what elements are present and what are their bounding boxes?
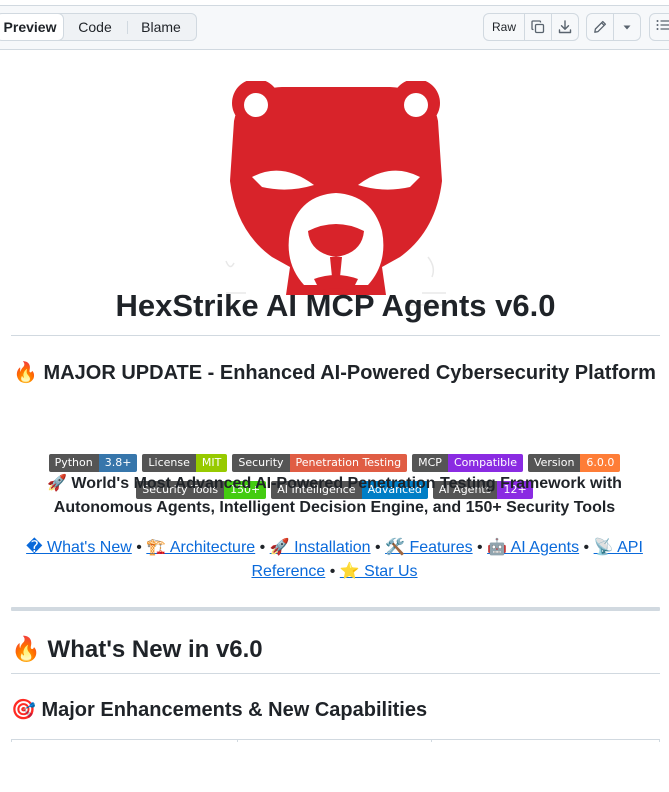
list-icon <box>655 17 669 38</box>
copy-icon <box>530 19 546 35</box>
badge-value: 3.8+ <box>98 454 138 472</box>
badge-security[interactable]: Security Penetration Testing <box>232 454 408 472</box>
nav-link-whats-new[interactable]: � What's New <box>26 539 132 556</box>
edit-options-dropdown[interactable] <box>614 14 640 40</box>
badge-value: 6.0.0 <box>580 454 621 472</box>
nav-separator: • <box>375 539 381 556</box>
major-update-heading: 🔥 MAJOR UPDATE - Enhanced AI-Powered Cyb… <box>13 362 656 384</box>
table-column-border <box>659 739 660 742</box>
code-tab[interactable]: Code <box>65 14 125 40</box>
badge-license[interactable]: License MIT <box>142 454 228 472</box>
copy-raw-button[interactable] <box>525 14 552 40</box>
badge-label: Python <box>48 454 99 472</box>
table-column-border <box>237 739 238 742</box>
nav-link-ai-agents[interactable]: 🤖 AI Agents <box>487 539 579 556</box>
badge-value: Compatible <box>447 454 523 472</box>
preview-tab[interactable]: Preview <box>0 13 64 41</box>
edit-group <box>586 13 641 41</box>
heading-underline <box>11 673 660 674</box>
badge-row-1: Python 3.8+ License MIT Security Penetration … <box>0 454 669 472</box>
badge-label: Security <box>232 454 290 472</box>
view-mode-segmented-control: Preview Code Blame <box>0 13 197 41</box>
table-column-border <box>11 739 12 742</box>
badge-label: MCP <box>412 454 448 472</box>
nav-separator: • <box>329 563 336 580</box>
nav-link-features[interactable]: 🛠️ Features <box>385 539 473 556</box>
badge-version[interactable]: Version 6.0.0 <box>527 454 621 472</box>
bear-logo <box>222 79 450 311</box>
tagline: 🚀 World's Most Advanced AI-Powered Penet… <box>47 475 622 516</box>
title-divider <box>11 335 660 336</box>
outline-button[interactable] <box>649 13 669 41</box>
nav-link-installation[interactable]: 🚀 Installation <box>270 539 371 556</box>
download-button[interactable] <box>552 14 578 40</box>
badge-python[interactable]: Python 3.8+ <box>48 454 138 472</box>
nav-link-architecture[interactable]: 🏗️ Architecture <box>146 539 255 556</box>
badge-value: Penetration Testing <box>289 454 408 472</box>
nav-separator: • <box>583 539 590 556</box>
raw-button[interactable]: Raw <box>484 14 525 40</box>
edit-file-button[interactable] <box>587 14 614 40</box>
nav-separator: • <box>259 539 266 556</box>
badge-label: Version <box>527 454 581 472</box>
blame-tab[interactable]: Blame <box>129 14 193 40</box>
raw-copy-download-group: Raw <box>483 13 579 41</box>
table-column-border <box>431 739 432 742</box>
nav-link-star-us[interactable]: ⭐ Star Us <box>340 563 418 580</box>
badge-value: MIT <box>195 454 228 472</box>
nav-separator: • <box>136 539 142 556</box>
section-divider <box>11 607 660 611</box>
badge-label: License <box>142 454 196 472</box>
file-toolbar: Preview Code Blame Raw <box>0 6 669 50</box>
pencil-icon <box>592 19 608 35</box>
download-icon <box>557 19 573 35</box>
triangle-down-icon <box>622 22 632 32</box>
badge-mcp[interactable]: MCP Compatible <box>412 454 523 472</box>
nav-separator: • <box>477 539 483 556</box>
readme-nav-links: � What's New • 🏗️ Architecture • 🚀 Insta… <box>20 536 649 584</box>
readme-title: HexStrike AI MCP Agents v6.0 <box>115 288 556 323</box>
whats-new-heading: 🔥 What's New in v6.0 <box>11 636 263 663</box>
table-top-edge <box>11 739 660 742</box>
segment-divider <box>127 21 128 34</box>
enhancements-heading: 🎯 Major Enhancements & New Capabilities <box>11 699 428 721</box>
